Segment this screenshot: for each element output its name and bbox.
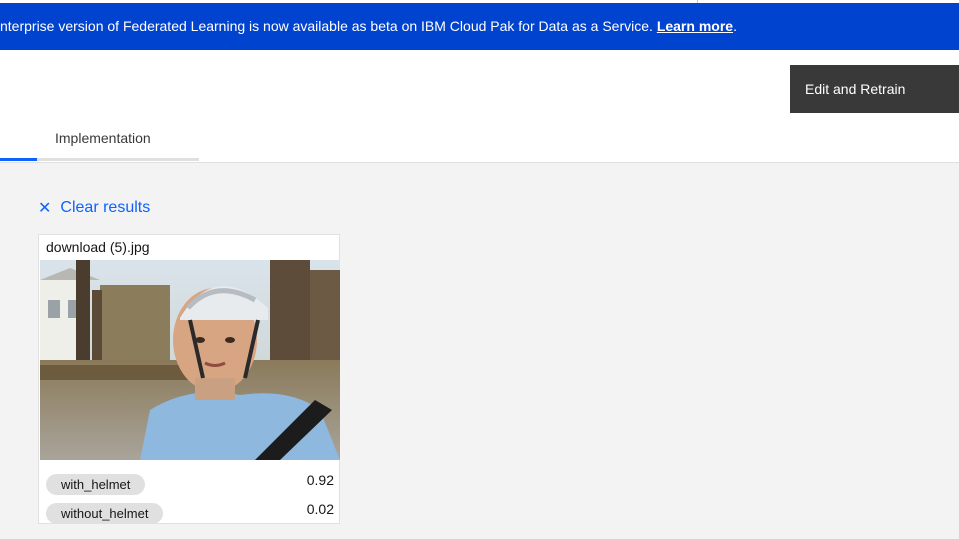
prediction-score: 0.92: [306, 472, 334, 488]
clear-results-label: Clear results: [60, 199, 151, 216]
image-filename: download (5).jpg: [46, 239, 150, 255]
photo-illustration: [40, 260, 340, 460]
banner-text: nterprise version of Federated Learning …: [0, 18, 653, 34]
prediction-tag: without_helmet: [46, 503, 164, 524]
prediction-row: without_helmet 0.02: [46, 501, 334, 524]
close-icon: ✕: [38, 200, 52, 217]
tab-underline: [37, 158, 199, 161]
banner-period: .: [733, 18, 737, 34]
tab-implementation[interactable]: Implementation: [37, 112, 199, 161]
edit-and-retrain-button[interactable]: Edit and Retrain: [790, 65, 959, 113]
prediction-tag: with_helmet: [46, 474, 146, 495]
tab-implementation-label: Implementation: [55, 130, 151, 146]
page-header: Edit and Retrain Implementation: [0, 50, 959, 163]
clear-results-button[interactable]: ✕ Clear results: [38, 198, 150, 218]
announcement-banner: nterprise version of Federated Learning …: [0, 3, 959, 50]
result-image: [40, 260, 340, 460]
prediction-score: 0.02: [306, 501, 334, 517]
result-card: download (5).jpg with_helmet 0.92 withou…: [38, 234, 340, 524]
learn-more-link[interactable]: Learn more: [657, 18, 733, 34]
prediction-row: with_helmet 0.92: [46, 472, 334, 495]
tab-active-indicator: [0, 158, 37, 161]
